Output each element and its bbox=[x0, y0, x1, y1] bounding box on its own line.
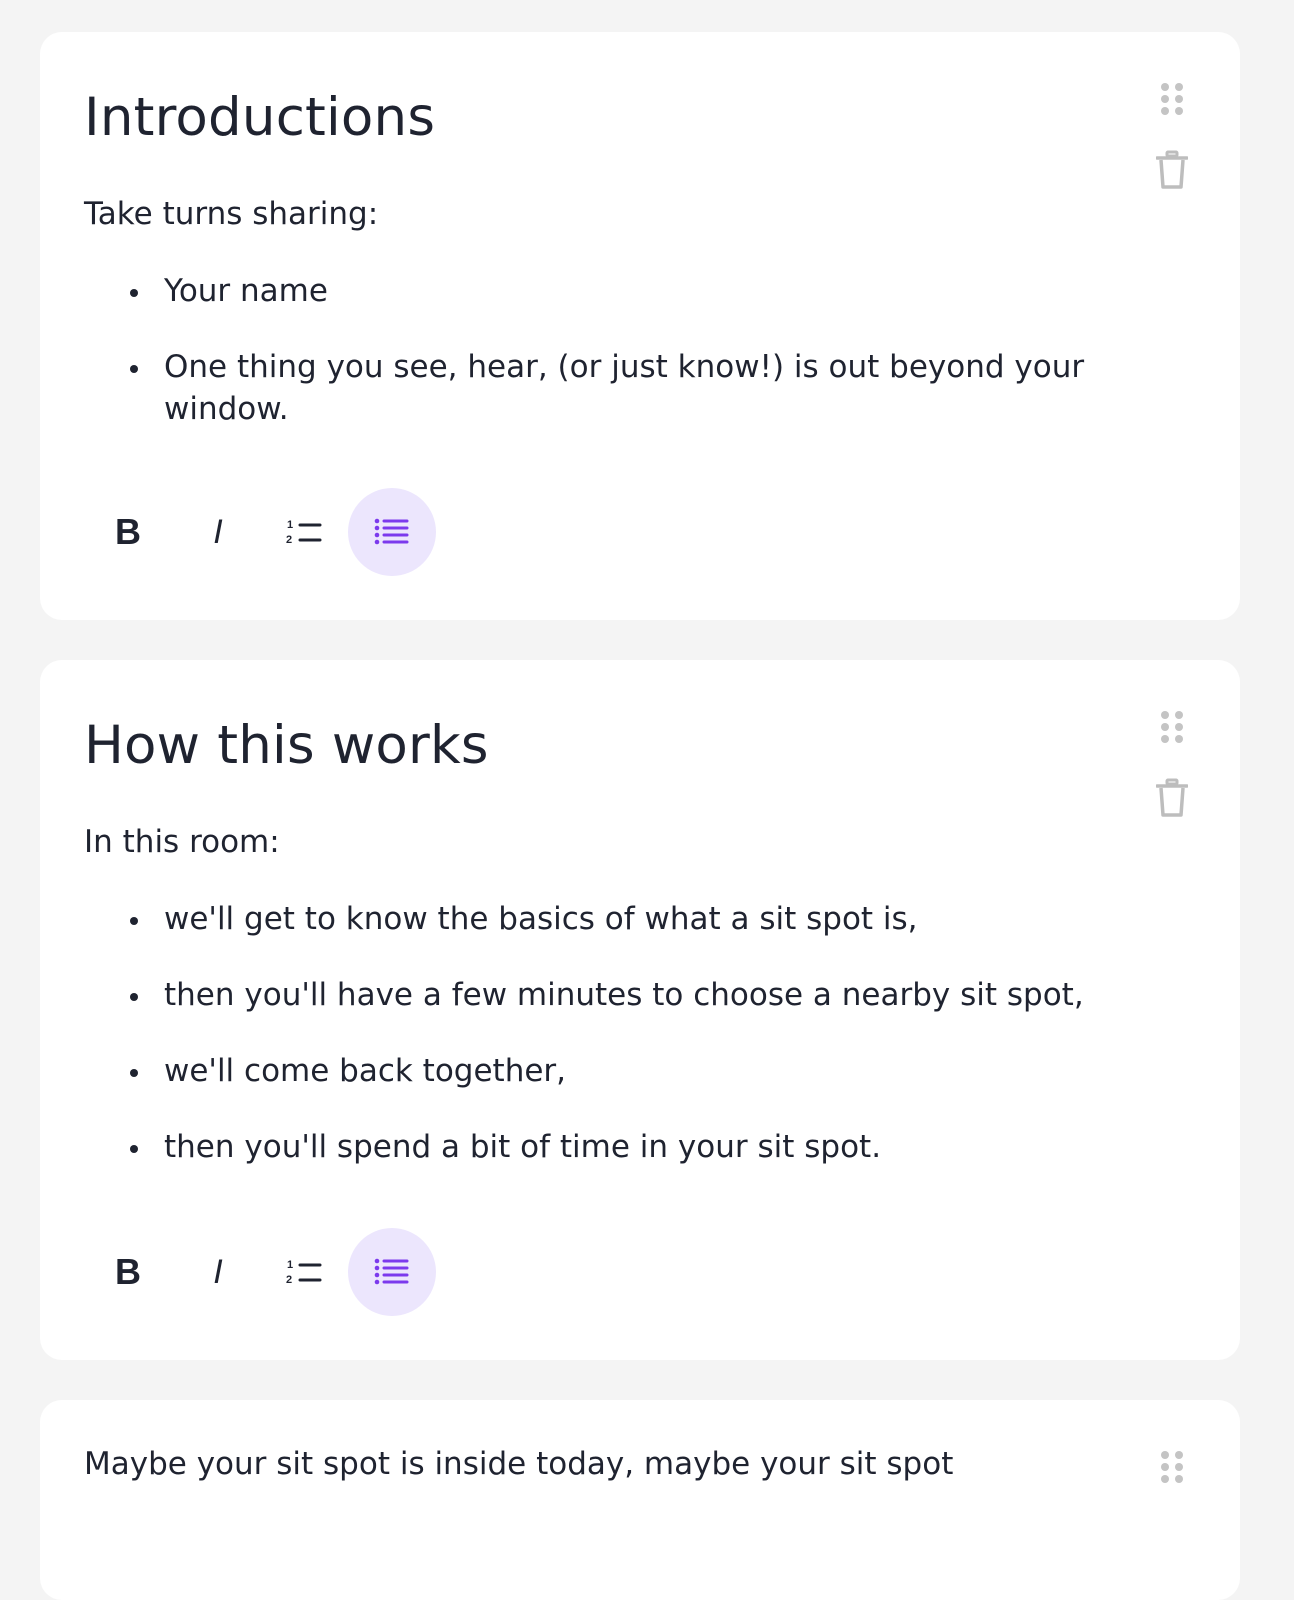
list-item[interactable]: then you'll have a few minutes to choose… bbox=[84, 974, 1124, 1016]
bullet-list-button[interactable] bbox=[348, 488, 436, 576]
section-lead-text[interactable]: In this room: bbox=[84, 822, 280, 862]
drag-handle-icon[interactable] bbox=[1160, 82, 1184, 116]
section-lead-text[interactable]: Take turns sharing: bbox=[84, 194, 378, 234]
list-item[interactable]: One thing you see, hear, (or just know!)… bbox=[84, 346, 1124, 430]
trash-icon[interactable] bbox=[1156, 778, 1188, 818]
list-item[interactable]: Your name bbox=[84, 270, 1124, 312]
list-item[interactable]: we'll get to know the basics of what a s… bbox=[84, 898, 1124, 940]
bold-button[interactable]: B bbox=[84, 488, 172, 576]
numbered-list-button[interactable]: 1 2 bbox=[260, 1228, 348, 1316]
format-toolbar: B I 1 2 bbox=[84, 1228, 484, 1316]
bullet-list-button[interactable] bbox=[348, 1228, 436, 1316]
format-toolbar: B I 1 2 bbox=[84, 488, 484, 576]
section-card-introductions: Introductions Take turns sharing: Your n… bbox=[40, 32, 1240, 620]
bullet-list: Your name One thing you see, hear, (or j… bbox=[84, 270, 1124, 464]
numbered-list-icon: 1 2 bbox=[286, 1259, 322, 1286]
trash-icon[interactable] bbox=[1156, 150, 1188, 190]
svg-text:2: 2 bbox=[286, 1274, 292, 1286]
italic-button[interactable]: I bbox=[174, 1228, 262, 1316]
italic-button[interactable]: I bbox=[174, 488, 262, 576]
section-card-how-this-works: How this works In this room: we'll get t… bbox=[40, 660, 1240, 1360]
drag-handle-icon[interactable] bbox=[1160, 710, 1184, 744]
list-item[interactable]: then you'll spend a bit of time in your … bbox=[84, 1126, 1124, 1168]
section-title[interactable]: How this works bbox=[84, 714, 489, 778]
svg-text:2: 2 bbox=[286, 534, 292, 546]
drag-handle-icon[interactable] bbox=[1160, 1450, 1184, 1484]
section-title[interactable]: Introductions bbox=[84, 86, 435, 150]
svg-text:1: 1 bbox=[287, 1259, 293, 1271]
list-item[interactable]: we'll come back together, bbox=[84, 1050, 1124, 1092]
bold-button[interactable]: B bbox=[84, 1228, 172, 1316]
bullet-list-icon bbox=[374, 1258, 409, 1285]
bullet-list: we'll get to know the basics of what a s… bbox=[84, 898, 1124, 1202]
section-card-sit-spot: Maybe your sit spot is inside today, may… bbox=[40, 1400, 1240, 1600]
section-body-text[interactable]: Maybe your sit spot is inside today, may… bbox=[84, 1442, 953, 1486]
numbered-list-icon: 1 2 bbox=[286, 519, 322, 546]
svg-text:1: 1 bbox=[287, 519, 293, 531]
bullet-list-icon bbox=[374, 518, 409, 545]
numbered-list-button[interactable]: 1 2 bbox=[260, 488, 348, 576]
